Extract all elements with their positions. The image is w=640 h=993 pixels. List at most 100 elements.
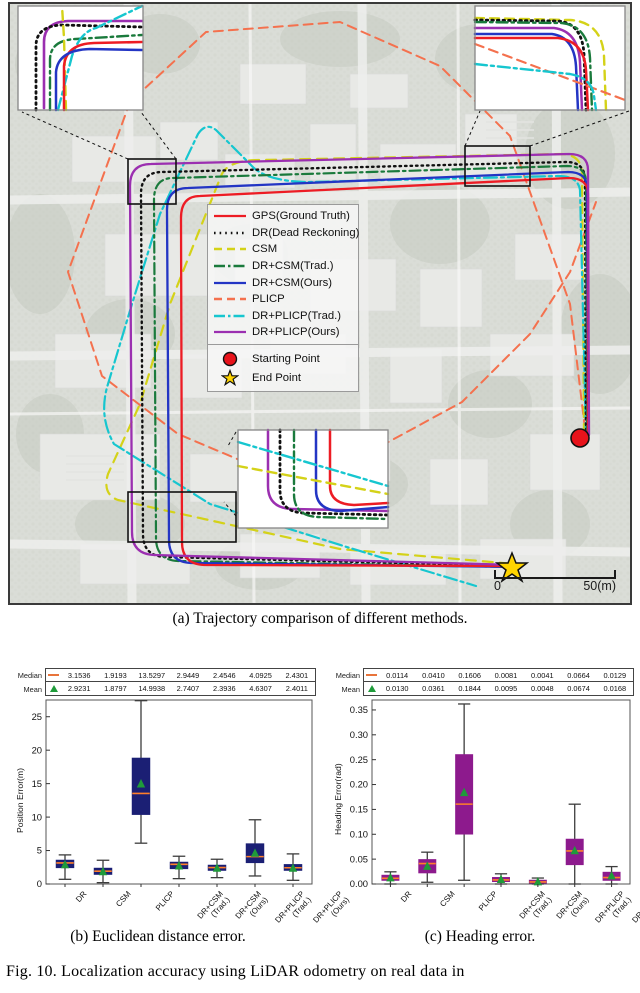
stats-value: 0.0410 (422, 670, 445, 680)
position-error-boxplot-panel: Median 3.1536 1.9193 13.5297 2.9449 2.4546 4.0… (6, 668, 351, 926)
legend-item-dr-csm-ours: DR+CSM(Ours) (212, 274, 354, 291)
y-tick-label: 20 (32, 744, 42, 755)
stats-value: 2.4301 (285, 670, 309, 680)
plot-frame (371, 699, 631, 885)
stats-row-median: Median 3.1536 1.9193 13.5297 2.9449 2.4546 4.0… (6, 668, 316, 682)
legend-label: CSM (252, 243, 278, 256)
legend-label: DR+PLICP(Ours) (252, 326, 340, 339)
y-axis-label: Position Error(m) (15, 767, 25, 833)
stats-value: 0.1606 (458, 670, 481, 680)
stats-row-label: Median (335, 670, 360, 680)
y-tick-label: 0.05 (350, 853, 368, 864)
y-tick-label: 0.15 (350, 804, 368, 815)
legend-label: GPS(Ground Truth) (252, 210, 350, 223)
y-axis-label: Heading Error(rad) (333, 763, 343, 836)
stats-row-label: Mean (341, 684, 361, 694)
y-tick-label: 0.00 (350, 878, 368, 889)
legend-label: Starting Point (252, 352, 320, 365)
y-tick-label: 0.10 (350, 828, 368, 839)
stats-value: 0.0048 (530, 684, 554, 693)
stats-row-median: Median 0.0114 0.0410 0.1606 0.0081 0.0041 0.06… (324, 668, 634, 682)
stats-value: 2.3936 (212, 684, 236, 693)
line-solid-purple-icon (212, 325, 248, 339)
line-solid-red-icon (212, 209, 248, 223)
scalebar-right-label: 50(m) (583, 579, 616, 593)
caption-a: (a) Trajectory comparison of different m… (172, 610, 468, 627)
stats-value: 0.0114 (386, 670, 409, 680)
y-tick-label: 0.30 (350, 729, 368, 740)
stats-values: 0.0114 0.0410 0.1606 0.0081 0.0041 0.0664 0.01… (363, 668, 634, 682)
y-tick-label: 0.35 (350, 704, 368, 715)
stats-values: 2.9231 1.8797 14.9938 2.7407 2.3936 4.6307 2.4… (45, 682, 316, 696)
stats-value: 0.0674 (567, 684, 590, 693)
map-scalebar: 0 50(m) (494, 570, 616, 593)
line-dashed-yellow-icon (212, 242, 248, 256)
stats-value: 2.4546 (212, 670, 236, 680)
heading-stats-table: Median 0.0114 0.0410 0.1606 0.0081 0.0041 0.06… (324, 668, 634, 696)
legend-item-plicp: PLICP (212, 291, 354, 308)
position-error-plot-area: 0 5 10 15 20 25 DR CSM PLICP DR+CSM (Trad.) DR+CSM(… (6, 696, 351, 926)
stats-values: 3.1536 1.9193 13.5297 2.9449 2.4546 4.0925 2.4… (45, 668, 316, 682)
stats-row-label: Mean (23, 684, 43, 694)
heading-error-boxplot-panel: Median 0.0114 0.0410 0.1606 0.0081 0.0041 0.06… (324, 668, 640, 926)
stats-value: 13.5297 (138, 670, 166, 680)
stats-value: 0.0664 (567, 670, 590, 680)
y-tick-label: 5 (37, 845, 42, 856)
start-point-icon (212, 350, 248, 368)
legend-label: DR+CSM(Ours) (252, 276, 333, 289)
legend-item-gps: GPS(Ground Truth) (212, 208, 354, 225)
legend-item-start-point: Starting Point (212, 349, 354, 368)
stats-value: 2.7407 (176, 684, 200, 693)
legend-label: PLICP (252, 293, 285, 306)
stats-value: 0.0130 (385, 684, 409, 693)
boxplot-svg: 0 5 10 15 20 25 (32, 699, 313, 889)
caption-c: (c) Heading error. (424, 928, 536, 945)
y-tick-label: 0.25 (350, 754, 368, 765)
mean-triangle-icon (364, 685, 379, 692)
stats-values: 0.0130 0.0361 0.1844 0.0095 0.0048 0.0674 0.01… (363, 682, 634, 696)
legend-item-dr-plicp-ours: DR+PLICP(Ours) (212, 324, 354, 341)
stats-value: 2.9449 (176, 670, 200, 680)
y-tick-label: 0 (37, 878, 42, 889)
scalebar-left-label: 0 (494, 579, 501, 593)
y-tick-label: 15 (32, 778, 42, 789)
line-dashdot-cyan-icon (212, 309, 248, 323)
median-line-icon (46, 674, 61, 676)
line-dashdot-green-icon (212, 259, 248, 273)
y-tick-label: 0.20 (350, 779, 368, 790)
y-tick-label: 25 (32, 711, 42, 722)
legend-label: DR+CSM(Trad.) (252, 260, 334, 273)
start-point-marker (570, 428, 590, 448)
stats-value: 0.0361 (422, 684, 445, 693)
legend-label: DR+PLICP(Trad.) (252, 309, 342, 322)
inset-topleft (17, 4, 144, 112)
stats-value: 0.0168 (603, 684, 627, 693)
legend-item-dr: DR(Dead Reckoning) (212, 225, 359, 242)
position-stats-table: Median 3.1536 1.9193 13.5297 2.9449 2.4546 4.0… (6, 668, 316, 696)
stats-row-label: Median (17, 670, 42, 680)
heading-error-plot-area: 0.00 0.05 0.10 0.15 0.20 0.25 0.30 0.35 DR CSM PLI… (324, 696, 640, 926)
stats-value: 0.0081 (494, 670, 518, 680)
figure-caption: Fig. 10. Localization accuracy using LiD… (0, 963, 640, 981)
stats-value: 3.1536 (67, 670, 91, 680)
stats-value: 2.9231 (67, 684, 91, 693)
stats-value: 4.0925 (249, 670, 272, 680)
figure-caption-text: Fig. 10. Localization accuracy using LiD… (6, 963, 465, 980)
stats-value: 4.6307 (249, 684, 272, 693)
boxplot-svg: 0.00 0.05 0.10 0.15 0.20 0.25 0.30 0.35 (350, 699, 631, 889)
stats-value: 0.0041 (530, 670, 554, 680)
end-point-star-icon (212, 368, 248, 387)
y-tick-label: 10 (32, 811, 42, 822)
legend-label: DR(Dead Reckoning) (252, 226, 360, 239)
stats-value: 0.0129 (603, 670, 627, 680)
legend-item-end-point: End Point (212, 368, 354, 387)
line-dashed-salmon-icon (212, 292, 248, 306)
inset-topright (473, 5, 627, 112)
legend-item-dr-plicp-trad: DR+PLICP(Trad.) (212, 308, 354, 325)
legend-item-dr-csm-trad: DR+CSM(Trad.) (212, 258, 354, 275)
stats-value: 0.1844 (458, 684, 481, 693)
mean-triangle-icon (46, 685, 61, 692)
legend-item-csm: CSM (212, 241, 354, 258)
stats-row-mean: Mean 2.9231 1.8797 14.9938 2.7407 2.3936 4.630… (6, 682, 316, 696)
map-marker-legend: Starting Point End Point (207, 344, 359, 392)
